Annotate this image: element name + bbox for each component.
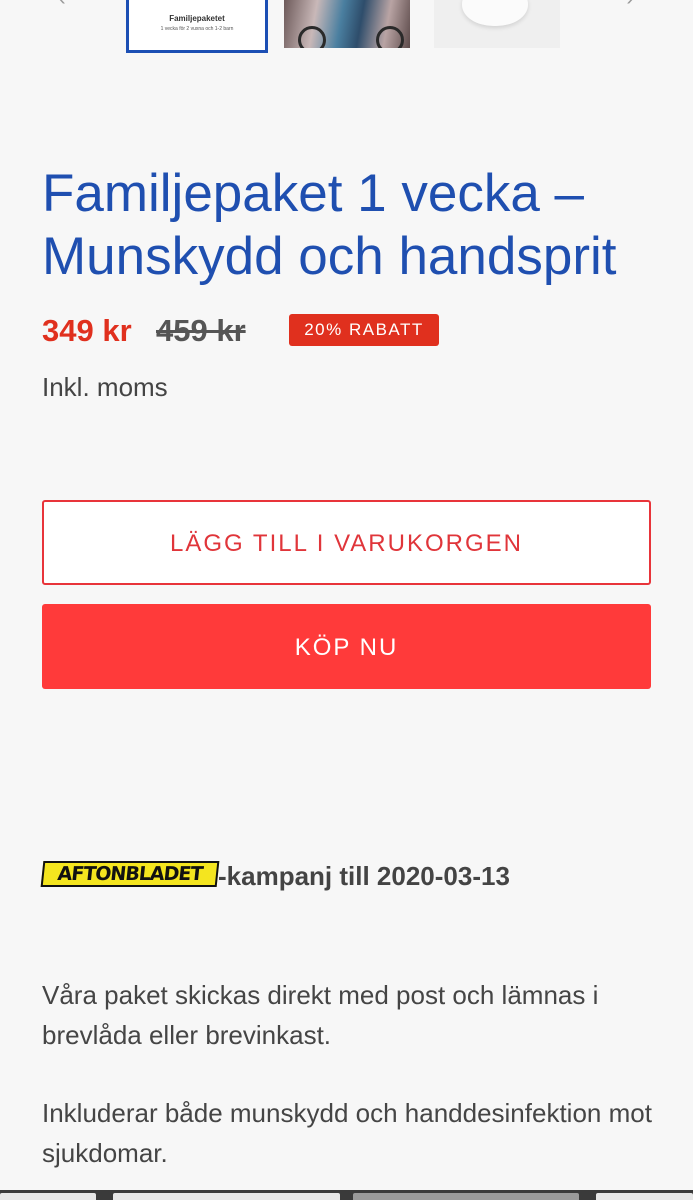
- tax-note: Inkl. moms: [42, 372, 168, 402]
- thumbnail-face-mask[interactable]: [434, 0, 560, 48]
- add-to-cart-button[interactable]: LÄGG TILL I VARUKORGEN: [42, 500, 651, 585]
- campaign-line: AFTONBLADET -kampanj till 2020-03-13: [40, 858, 662, 894]
- face-mask-shape: [462, 0, 528, 26]
- bottom-tab[interactable]: [0, 1193, 96, 1200]
- bottom-tab[interactable]: [353, 1193, 579, 1200]
- description-paragraph: Våra paket skickas direkt med post och l…: [42, 980, 599, 1050]
- buy-now-button[interactable]: KÖP NU: [42, 604, 651, 689]
- bottom-tab-bar: [0, 1190, 693, 1200]
- wheel-shape: [298, 26, 326, 48]
- product-title: Familjepaket 1 vecka – Munskydd och hand…: [42, 164, 617, 286]
- sale-price: 349 kr: [42, 313, 132, 348]
- discount-badge: 20% RABATT: [289, 314, 439, 346]
- thumbnail-family-package[interactable]: Familjepaketet 1 vecka för 2 vuxna och 1…: [126, 0, 268, 53]
- bottom-tab[interactable]: [113, 1193, 340, 1200]
- thumbnail-subtitle: 1 vecka för 2 vuxna och 1-2 barn: [160, 26, 234, 32]
- chevron-right-icon[interactable]: ›: [618, 0, 642, 10]
- description-paragraph: Inkluderar både munskydd och handdesinfe…: [42, 1098, 652, 1168]
- bottom-tab[interactable]: [596, 1193, 693, 1200]
- thumbnail-photo-person[interactable]: [284, 0, 410, 48]
- campaign-text: -kampanj till 2020-03-13: [218, 861, 510, 891]
- wheel-shape: [376, 26, 404, 48]
- aftonbladet-logo: AFTONBLADET: [40, 861, 220, 887]
- product-image-gallery: ‹ Familjepaketet 1 vecka för 2 vuxna och…: [0, 0, 693, 56]
- original-price: 459 kr: [156, 313, 246, 348]
- price-row: 349 kr 459 kr 20% RABATT: [42, 311, 662, 351]
- thumbnail-title: Familjepaketet: [169, 14, 225, 23]
- chevron-left-icon[interactable]: ‹: [50, 0, 74, 10]
